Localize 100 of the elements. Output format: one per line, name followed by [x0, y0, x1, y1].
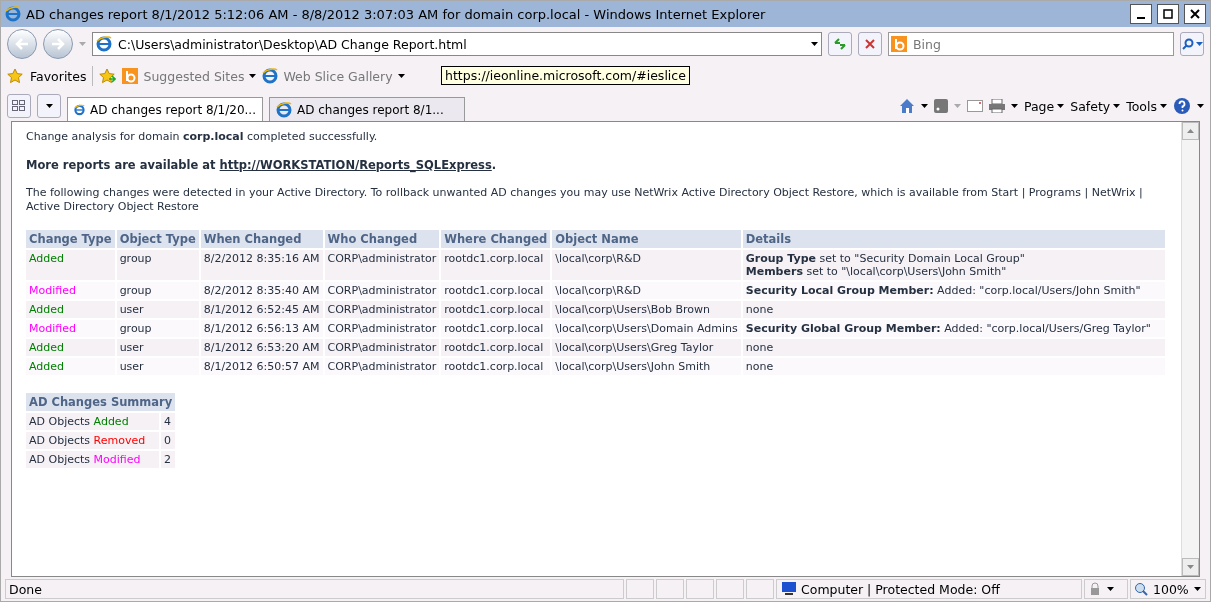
- ie-logo-icon: [262, 68, 279, 84]
- security-zone: Computer | Protected Mode: Off: [776, 579, 1082, 599]
- column-header: Object Type: [116, 230, 199, 248]
- forward-button[interactable]: [43, 29, 73, 59]
- column-header: Who Changed: [324, 230, 440, 248]
- caret-icon: [953, 104, 961, 108]
- favorites-button[interactable]: Favorites: [30, 68, 87, 84]
- table-cell: \local\corp\R&D: [552, 250, 741, 280]
- table-cell: 8/2/2012 8:35:40 AM: [200, 282, 323, 299]
- table-cell: user: [116, 301, 199, 318]
- summary-label: AD Objects Removed: [26, 432, 160, 449]
- table-cell: CORP\administrator: [324, 320, 440, 337]
- summary-label: AD Objects Added: [26, 413, 160, 430]
- caret-icon: [1057, 104, 1065, 108]
- details-cell: none: [742, 339, 1165, 356]
- command-menu[interactable]: Safety: [1070, 98, 1121, 114]
- feed-icon[interactable]: [933, 99, 948, 113]
- column-header: When Changed: [200, 230, 323, 248]
- column-header: Where Changed: [441, 230, 551, 248]
- quick-tabs-button[interactable]: [7, 94, 31, 118]
- caret-icon: [1107, 587, 1114, 591]
- table-cell: rootdc1.corp.local: [441, 339, 551, 356]
- reports-link[interactable]: http://WORKSTATION/Reports_SQLExpress: [219, 158, 492, 172]
- ie-logo-icon: [5, 6, 21, 22]
- refresh-icon: [833, 38, 847, 50]
- favorites-bar-item[interactable]: Suggested Sites: [122, 68, 257, 84]
- table-cell: group: [116, 250, 199, 280]
- home-icon[interactable]: [898, 98, 915, 114]
- status-text: Done: [5, 579, 624, 599]
- caret-icon: [79, 42, 86, 46]
- scrollbar[interactable]: [1181, 122, 1199, 576]
- stop-icon: [865, 39, 875, 49]
- privacy-button[interactable]: [1084, 579, 1128, 599]
- table-cell: rootdc1.corp.local: [441, 358, 551, 375]
- lock-icon: [1088, 582, 1102, 596]
- zoom-button[interactable]: 100%: [1130, 579, 1206, 599]
- tab-list-button[interactable]: [37, 94, 61, 118]
- table-cell: 8/1/2012 6:56:13 AM: [200, 320, 323, 337]
- caret-icon: [249, 74, 257, 78]
- command-menu[interactable]: Tools: [1126, 98, 1167, 114]
- scroll-down-button[interactable]: [1182, 558, 1199, 576]
- minimize-icon: [1137, 17, 1145, 19]
- maximize-icon: [1163, 9, 1173, 19]
- print-icon[interactable]: [988, 99, 1005, 113]
- table-cell: user: [116, 339, 199, 356]
- details-cell: none: [742, 301, 1165, 318]
- command-menu[interactable]: Page: [1023, 98, 1065, 114]
- caret-icon: [1197, 104, 1204, 108]
- column-header: AD Changes Summary: [26, 393, 176, 411]
- bing-logo-icon: [891, 36, 907, 52]
- change-type-cell: Added: [26, 358, 115, 375]
- table-cell: rootdc1.corp.local: [441, 282, 551, 299]
- status-pane: [686, 579, 714, 599]
- maximize-button[interactable]: [1157, 4, 1179, 24]
- summary-label: AD Objects Modified: [26, 451, 160, 468]
- reports-sentence: More reports are available at http://WORKSTATION/Reports_SQLExpress.: [26, 158, 498, 172]
- status-pane: [626, 579, 654, 599]
- search-button[interactable]: [1180, 32, 1204, 56]
- close-button[interactable]: [1184, 4, 1206, 24]
- up-arrow-icon: [1187, 129, 1194, 133]
- minimize-button[interactable]: [1130, 4, 1152, 24]
- caret-icon: [811, 42, 818, 46]
- change-type-cell: Modified: [26, 320, 115, 337]
- table-cell: user: [116, 358, 199, 375]
- table-cell: 8/2/2012 8:35:16 AM: [200, 250, 323, 280]
- mail-icon[interactable]: [966, 100, 983, 112]
- column-header: Change Type: [26, 230, 115, 248]
- change-type-cell: Added: [26, 339, 115, 356]
- help-icon[interactable]: [1173, 97, 1191, 115]
- address-field[interactable]: C:\Users\administrator\Desktop\AD Change Report.html: [92, 32, 822, 56]
- table-cell: CORP\administrator: [324, 282, 440, 299]
- scroll-up-button[interactable]: [1182, 122, 1199, 140]
- back-arrow-icon: [15, 38, 29, 50]
- browser-tab[interactable]: AD changes report 8/1...: [269, 97, 465, 121]
- magnifier-icon: [1134, 582, 1148, 596]
- change-type-cell: Modified: [26, 282, 115, 299]
- table-cell: 8/1/2012 6:50:57 AM: [200, 358, 323, 375]
- caret-icon: [1160, 104, 1167, 108]
- table-cell: rootdc1.corp.local: [441, 301, 551, 318]
- status-message: Change analysis for domain corp.local completed successfully.: [26, 130, 379, 144]
- table-cell: CORP\administrator: [324, 250, 440, 280]
- column-header: Object Name: [552, 230, 741, 248]
- caret-icon: [1113, 104, 1121, 108]
- search-field[interactable]: Bing: [888, 32, 1174, 56]
- table-cell: rootdc1.corp.local: [441, 320, 551, 337]
- table-cell: rootdc1.corp.local: [441, 250, 551, 280]
- caret-icon: [397, 74, 405, 78]
- refresh-button[interactable]: [828, 32, 852, 56]
- browser-tab[interactable]: AD changes report 8/1/20...: [67, 97, 263, 121]
- caret-icon: [45, 104, 53, 108]
- table-cell: \local\corp\Users\Bob Brown: [552, 301, 741, 318]
- stop-button[interactable]: [858, 32, 882, 56]
- favorites-bar-item[interactable]: Web Slice Gallery: [262, 68, 405, 84]
- back-button[interactable]: [7, 29, 37, 59]
- caret-icon: [1010, 104, 1018, 108]
- table-cell: \local\corp\Users\Domain Admins: [552, 320, 741, 337]
- add-favorite-icon: [99, 68, 117, 84]
- table-cell: group: [116, 282, 199, 299]
- bing-logo-icon: [122, 68, 139, 84]
- table-cell: CORP\administrator: [324, 358, 440, 375]
